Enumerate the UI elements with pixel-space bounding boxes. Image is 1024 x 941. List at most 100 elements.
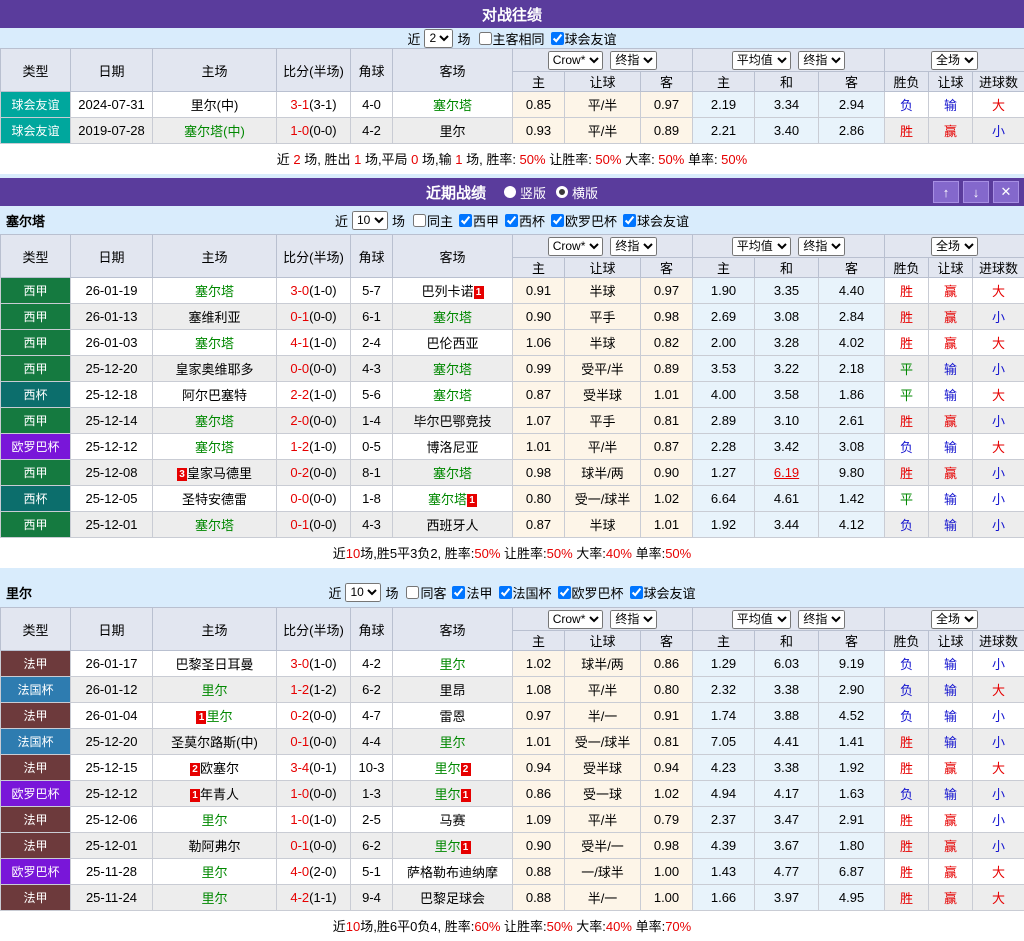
col-type: 类型 <box>1 49 71 92</box>
team-name: 里尔 <box>206 709 232 724</box>
odds-away: 1.01 <box>641 512 693 538</box>
filter-checkbox[interactable]: 西杯 <box>499 211 545 230</box>
corner-score: 5-1 <box>351 859 393 885</box>
match-date: 25-11-24 <box>71 885 153 911</box>
avg-away: 4.52 <box>819 703 885 729</box>
filter-checkbox[interactable]: 主客相同 <box>473 29 545 48</box>
filter-checkbox[interactable]: 球会友谊 <box>545 29 617 48</box>
col-result-wdl: 胜负 <box>885 72 929 92</box>
filter-checkbox-input[interactable] <box>413 214 426 227</box>
avg-select[interactable]: 平均值 <box>732 237 791 256</box>
filter-checkbox[interactable]: 同客 <box>400 583 446 602</box>
avg-header: 平均值 终指 <box>693 235 885 258</box>
odds-home: 0.98 <box>513 460 565 486</box>
match-row: 球会友谊2024-07-31里尔(中)3-1(3-1)4-0塞尔塔0.85平/半… <box>1 92 1024 118</box>
filter-checkbox[interactable]: 法甲 <box>446 583 492 602</box>
col-odds-home: 主 <box>513 258 565 278</box>
layout-radio-group: 竖版横版 <box>504 183 598 202</box>
scope-header: 全场 <box>885 235 1024 258</box>
filter-checkbox-input[interactable] <box>505 214 518 227</box>
lille-count-select[interactable]: 10 <box>345 583 381 602</box>
away-team: 萨格勒布迪纳摩 <box>393 859 513 885</box>
close-button[interactable]: ✕ <box>993 181 1019 203</box>
match-row: 法甲26-01-17巴黎圣日耳曼3-0(1-0)4-2里尔1.02球半/两0.8… <box>1 651 1024 677</box>
filter-checkbox-input[interactable] <box>406 586 419 599</box>
filter-checkbox[interactable]: 同主 <box>407 211 453 230</box>
h2h-count-select[interactable]: 2 <box>424 29 453 48</box>
odds-away: 0.89 <box>641 118 693 144</box>
summary-text: 让胜率: <box>500 546 546 561</box>
result-goals: 大 <box>973 278 1024 304</box>
result-goals: 大 <box>973 755 1024 781</box>
bookmaker-select[interactable]: Crow* <box>548 51 603 70</box>
avg-away: 4.40 <box>819 278 885 304</box>
col-odds-handicap: 让球 <box>565 631 641 651</box>
col-result-goals: 进球数 <box>973 72 1024 92</box>
summary-value: 2 <box>293 152 300 167</box>
bookmaker-select[interactable]: Crow* <box>548 610 603 629</box>
scope-select[interactable]: 全场 <box>931 51 978 70</box>
move-down-button[interactable]: ↓ <box>963 181 989 203</box>
odds-handicap: 球半/两 <box>565 651 641 677</box>
filter-checkbox-input[interactable] <box>558 586 571 599</box>
final-odds-select[interactable]: 终指 <box>610 237 657 256</box>
move-up-button[interactable]: ↑ <box>933 181 959 203</box>
filter-checkbox-input[interactable] <box>479 32 492 45</box>
filter-checkbox[interactable]: 欧罗巴杯 <box>552 583 624 602</box>
layout-radio-option[interactable]: 横版 <box>556 183 598 202</box>
match-date: 26-01-03 <box>71 330 153 356</box>
filter-checkbox-input[interactable] <box>630 586 643 599</box>
filter-checkbox[interactable]: 球会友谊 <box>624 583 696 602</box>
avg-draw: 3.08 <box>755 304 819 330</box>
celta-table: 类型 日期 主场 比分(半场) 角球 客场 Crow* 终指 平均值 终指 全场… <box>0 234 1024 538</box>
avg-select[interactable]: 平均值 <box>732 610 791 629</box>
match-row: 西甲26-01-19塞尔塔3-0(1-0)5-7巴列卡诺10.91半球0.971… <box>1 278 1024 304</box>
home-team: 里尔 <box>153 677 277 703</box>
layout-radio-selected[interactable]: 竖版 <box>504 183 546 202</box>
corner-score: 2-4 <box>351 330 393 356</box>
corner-score: 4-0 <box>351 92 393 118</box>
lille-filter-checkboxes: 同客法甲法国杯欧罗巴杯球会友谊 <box>400 583 695 602</box>
odds-home: 0.80 <box>513 486 565 512</box>
filter-checkbox[interactable]: 法国杯 <box>493 583 552 602</box>
celta-count-select[interactable]: 10 <box>352 211 388 230</box>
final-odds-select[interactable]: 终指 <box>798 51 845 70</box>
filter-checkbox-input[interactable] <box>551 32 564 45</box>
col-result-wdl: 胜负 <box>885 631 929 651</box>
celta-summary: 近10场,胜5平3负2, 胜率:50% 让胜率:50% 大率:40% 单率:50… <box>0 538 1024 568</box>
filter-checkbox-input[interactable] <box>459 214 472 227</box>
summary-text: 场,输 <box>418 152 455 167</box>
league-badge: 法甲 <box>1 703 71 729</box>
celta-filter-row: 塞尔塔 近 10 场 同主西甲西杯欧罗巴杯球会友谊 <box>0 206 1024 234</box>
filter-checkbox-input[interactable] <box>452 586 465 599</box>
filter-checkbox-input[interactable] <box>623 214 636 227</box>
filter-checkbox-input[interactable] <box>551 214 564 227</box>
filter-checkbox[interactable]: 欧罗巴杯 <box>545 211 617 230</box>
team-name: 博洛尼亚 <box>426 440 478 455</box>
team-name: 塞尔塔 <box>433 388 472 403</box>
scope-select[interactable]: 全场 <box>931 610 978 629</box>
summary-text: 近 <box>277 152 294 167</box>
avg-header: 平均值 终指 <box>693 49 885 72</box>
bookmaker-select[interactable]: Crow* <box>548 237 603 256</box>
red-card-badge: 1 <box>190 789 200 802</box>
league-badge: 法甲 <box>1 755 71 781</box>
filter-checkbox-input[interactable] <box>499 586 512 599</box>
odds-away: 0.79 <box>641 807 693 833</box>
team-name: 里尔 <box>201 891 227 906</box>
final-odds-select[interactable]: 终指 <box>798 610 845 629</box>
avg-away: 4.95 <box>819 885 885 911</box>
filter-checkbox[interactable]: 西甲 <box>453 211 499 230</box>
final-odds-select[interactable]: 终指 <box>798 237 845 256</box>
filter-checkbox[interactable]: 球会友谊 <box>617 211 689 230</box>
score-fulltime: 1-0 <box>290 123 309 138</box>
final-odds-select[interactable]: 终指 <box>610 51 657 70</box>
result-wdl: 负 <box>885 651 929 677</box>
final-odds-select[interactable]: 终指 <box>610 610 657 629</box>
result-wdl: 胜 <box>885 859 929 885</box>
odds-handicap: 平/半 <box>565 807 641 833</box>
scope-select[interactable]: 全场 <box>931 237 978 256</box>
league-badge: 西甲 <box>1 304 71 330</box>
league-badge: 西甲 <box>1 460 71 486</box>
avg-select[interactable]: 平均值 <box>732 51 791 70</box>
